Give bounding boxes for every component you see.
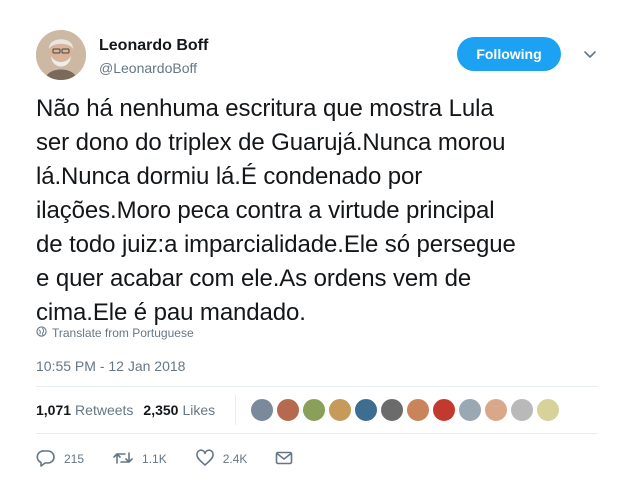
translate-link[interactable]: Translate from Portuguese xyxy=(36,326,194,340)
author-handle[interactable]: @LeonardoBoff xyxy=(99,60,197,76)
avatar[interactable] xyxy=(36,30,86,80)
liker-avatar[interactable] xyxy=(484,398,509,422)
liker-avatar[interactable] xyxy=(432,398,457,422)
retweets-count[interactable]: 1,071 xyxy=(36,402,71,418)
tweet-card: Leonardo Boff @LeonardoBoff Following Nã… xyxy=(0,0,634,494)
tweet-header: Leonardo Boff @LeonardoBoff Following xyxy=(36,30,606,82)
liker-avatar[interactable] xyxy=(354,398,379,422)
tweet-actions: 215 1.1K 2.4K xyxy=(36,447,329,471)
liker-avatar[interactable] xyxy=(380,398,405,422)
liker-avatar[interactable] xyxy=(276,398,301,422)
reply-button[interactable]: 215 xyxy=(36,449,84,470)
reply-count: 215 xyxy=(64,452,85,466)
retweet-count: 1.1K xyxy=(142,452,167,466)
like-count: 2.4K xyxy=(222,452,248,466)
liker-avatar[interactable] xyxy=(536,398,561,422)
retweet-icon xyxy=(112,449,142,470)
tweet-text: Não há nenhuma escritura que mostra Lula… xyxy=(36,95,516,326)
liker-avatars xyxy=(250,398,562,422)
liker-avatar[interactable] xyxy=(302,398,327,422)
liker-avatar[interactable] xyxy=(250,398,275,422)
following-button[interactable]: Following xyxy=(457,37,561,71)
tweet-stats: 1,071 Retweets 2,350 Likes xyxy=(36,395,598,425)
retweet-button[interactable]: 1.1K xyxy=(112,449,167,470)
direct-message-button[interactable] xyxy=(275,450,301,469)
likes-label[interactable]: Likes xyxy=(182,402,215,418)
retweets-label[interactable]: Retweets xyxy=(75,402,133,418)
divider xyxy=(36,433,598,434)
liker-avatar[interactable] xyxy=(406,398,431,422)
liker-avatar[interactable] xyxy=(328,398,353,422)
stats-divider xyxy=(235,395,237,425)
globe-icon xyxy=(36,326,52,340)
author-name[interactable]: Leonardo Boff xyxy=(99,37,208,55)
liker-avatar[interactable] xyxy=(458,398,483,422)
heart-icon xyxy=(195,448,223,470)
reply-icon xyxy=(36,449,64,470)
chevron-down-icon[interactable] xyxy=(582,46,598,62)
divider xyxy=(36,386,598,387)
translate-label: Translate from Portuguese xyxy=(52,326,194,340)
likes-count[interactable]: 2,350 xyxy=(143,402,178,418)
tweet-timestamp[interactable]: 10:55 PM - 12 Jan 2018 xyxy=(36,358,185,374)
like-button[interactable]: 2.4K xyxy=(195,448,248,470)
envelope-icon xyxy=(275,450,301,469)
liker-avatar[interactable] xyxy=(510,398,535,422)
